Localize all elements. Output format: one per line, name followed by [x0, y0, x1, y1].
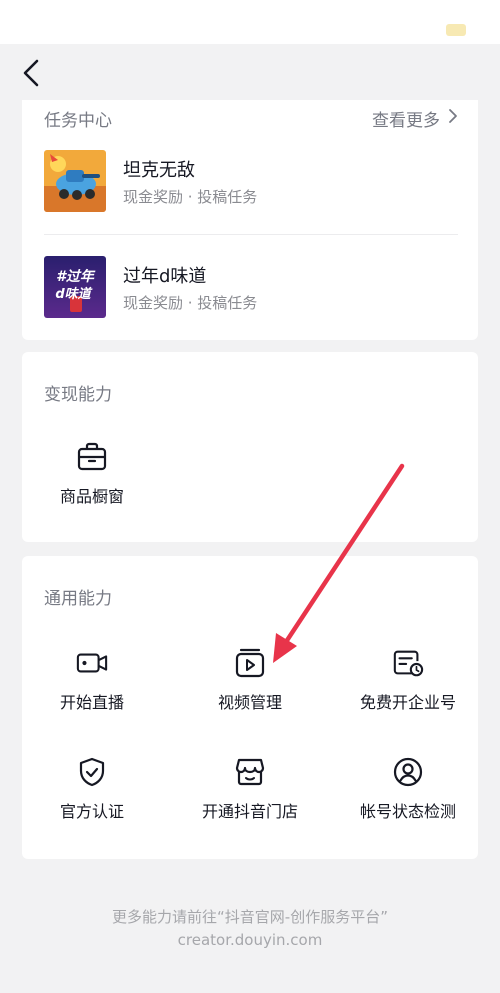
back-button[interactable]	[14, 58, 48, 92]
feature-account-check[interactable]: 帐号状态检测	[338, 756, 478, 846]
feature-label: 开通抖音门店	[201, 802, 298, 821]
feature-label: 视频管理	[217, 693, 282, 712]
svg-text:#过年: #过年	[56, 268, 96, 285]
nav-bar	[0, 44, 500, 104]
shield-check-icon	[76, 756, 108, 788]
chevron-left-icon	[21, 58, 41, 92]
section-title-general: 通用能力	[44, 589, 112, 609]
video-manage-icon	[234, 647, 266, 679]
live-camera-icon	[76, 647, 108, 679]
view-more-link[interactable]: 查看更多	[372, 106, 458, 131]
tank-thumbnail	[44, 150, 106, 212]
task-subtitle: 现金奖励 · 投稿任务	[123, 294, 258, 312]
task-name: 过年d味道	[123, 266, 207, 287]
task-item-tank[interactable]: 坦克无敌 现金奖励 · 投稿任务	[44, 150, 458, 230]
task-item-new-year[interactable]: #过年 d味道 过年d味道 现金奖励 · 投稿任务	[44, 256, 458, 336]
footer-url[interactable]: creator.douyin.com	[0, 931, 500, 949]
feature-label: 开始直播	[59, 693, 124, 712]
feature-enterprise-account[interactable]: 免费开企业号	[338, 647, 478, 737]
section-title-monetize: 变现能力	[44, 385, 112, 405]
section-title-tasks: 任务中心	[44, 111, 112, 131]
feature-label: 官方认证	[59, 802, 124, 821]
feature-label: 帐号状态检测	[359, 802, 456, 821]
feature-label: 商品橱窗	[59, 487, 124, 506]
footer-hint: 更多能力请前往“抖音官网-创作服务平台”	[112, 908, 388, 926]
divider	[44, 234, 458, 235]
svg-text:d味道: d味道	[55, 286, 92, 302]
feature-video-manage[interactable]: 视频管理	[180, 647, 320, 737]
view-more-label: 查看更多	[372, 111, 440, 131]
feature-open-store[interactable]: 开通抖音门店	[180, 756, 320, 846]
feature-label: 免费开企业号	[359, 693, 456, 712]
chevron-right-icon	[448, 108, 458, 129]
task-name: 坦克无敌	[123, 160, 195, 181]
new-year-thumbnail: #过年 d味道	[44, 256, 106, 318]
enterprise-account-icon	[392, 647, 424, 679]
feature-start-live[interactable]: 开始直播	[22, 647, 162, 737]
task-center-card: 任务中心 查看更多 坦克无敌 现金奖励 · 投稿任务 #过年 d味道 过年d味道…	[22, 100, 478, 340]
general-card: 通用能力 开始直播 视频管理 免费开企业号 官方认证 开通抖音门店 帐号状态检测	[22, 556, 478, 859]
feature-shop-window[interactable]: 商品橱窗	[22, 441, 162, 531]
feature-official-verify[interactable]: 官方认证	[22, 756, 162, 846]
store-icon	[234, 756, 266, 788]
monetize-card: 变现能力 商品橱窗	[22, 352, 478, 542]
status-bar	[0, 0, 500, 44]
shop-window-icon	[76, 441, 108, 473]
status-indicator	[446, 24, 466, 36]
task-subtitle: 现金奖励 · 投稿任务	[123, 188, 258, 206]
account-check-icon	[392, 756, 424, 788]
